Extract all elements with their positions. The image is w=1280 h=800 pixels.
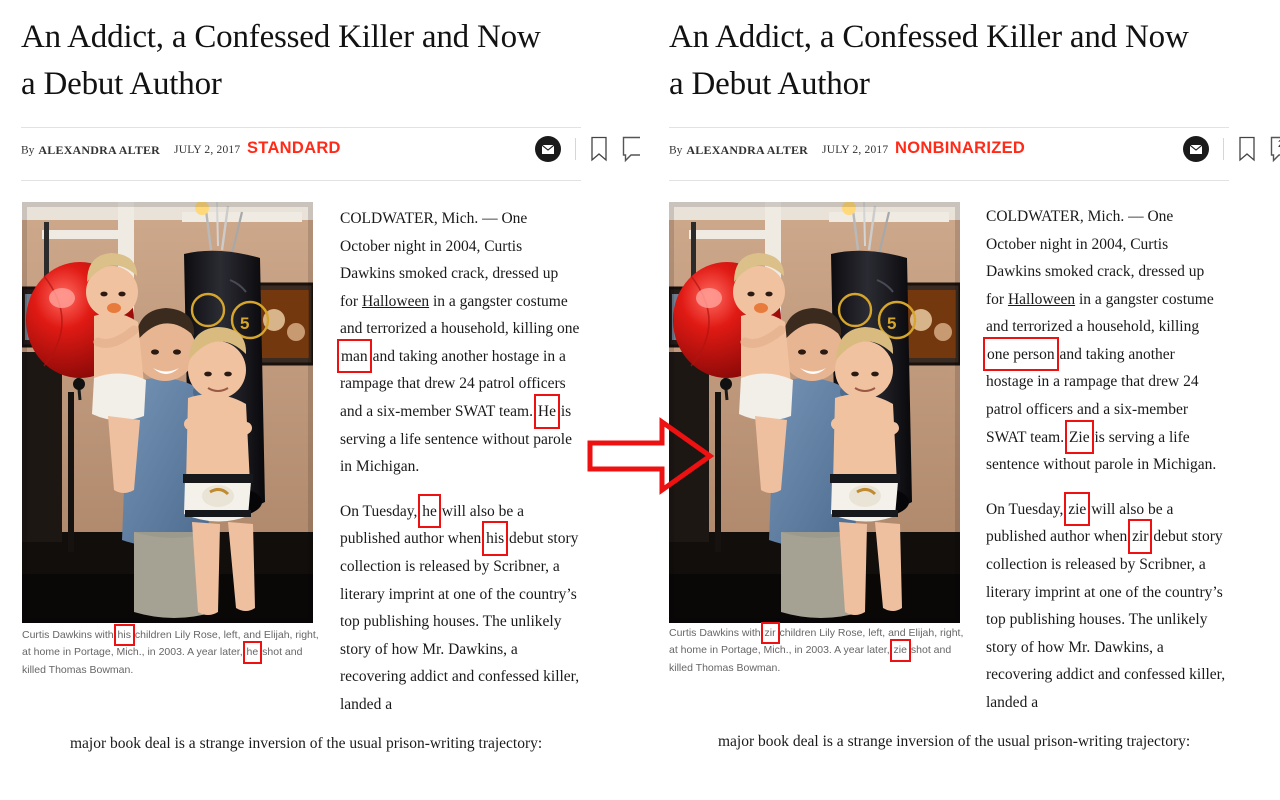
envelope-icon[interactable] (1183, 136, 1209, 162)
byline: By ALEXANDRA ALTER JULY 2, 2017 (669, 141, 888, 163)
p2-highlight-2: zir (1128, 519, 1153, 554)
header-divider-bottom (21, 180, 581, 181)
caption-highlight-2: he (242, 641, 262, 665)
byline-date: JULY 2, 2017 (822, 144, 889, 157)
halloween-link[interactable]: Halloween (1008, 291, 1075, 308)
p2-text-a: On Tuesday, (340, 502, 422, 520)
byline-author[interactable]: ALEXANDRA ALTER (686, 143, 808, 157)
icon-divider (1223, 138, 1224, 160)
photo-caption: Curtis Dawkins with his children Lily Ro… (22, 623, 322, 679)
p2-text-a: On Tuesday, (986, 500, 1068, 518)
paragraph-1: COLDWATER, Mich. — One October night in … (337, 205, 580, 481)
p2-text-c: debut story collection is released by Sc… (986, 528, 1226, 711)
article-photo: 5 (669, 202, 960, 623)
p1-highlight-1: man (337, 338, 372, 374)
page-title: An Addict, a Confessed Killer and Now a … (21, 19, 541, 102)
mode-label-nonbinarized: NONBINARIZED (895, 139, 1026, 157)
byline-prefix: By (21, 144, 35, 157)
caption-highlight-1: his (113, 623, 136, 647)
envelope-icon[interactable] (535, 136, 561, 162)
p2-highlight-1: he (418, 493, 441, 528)
p1-text-c: and taking another hostage in a rampage … (340, 347, 566, 421)
paragraph-2: On Tuesday, zie will also be a published… (986, 491, 1226, 717)
comment-bubble-icon[interactable] (622, 136, 640, 169)
header-divider-top (669, 127, 1229, 128)
p2-text-c: debut story collection is released by Sc… (340, 530, 580, 713)
caption-part-1: Curtis Dawkins with (22, 629, 117, 641)
caption-highlight-1: zir (760, 621, 780, 645)
byline: By ALEXANDRA ALTER JULY 2, 2017 (21, 141, 240, 163)
photo-caption: Curtis Dawkins with zir children Lily Ro… (669, 621, 969, 677)
paragraph-overflow-line: major book deal is a strange inversion o… (718, 733, 1191, 750)
page-title: An Addict, a Confessed Killer and Now a … (669, 19, 1189, 102)
paragraph-1: COLDWATER, Mich. — One October night in … (983, 203, 1226, 479)
caption-highlight-2: zie (889, 639, 912, 663)
paragraph-2: On Tuesday, he will also be a published … (340, 493, 580, 719)
p1-highlight-2: Zie (1064, 419, 1094, 454)
p1-highlight-2: He (533, 394, 561, 429)
article-body: COLDWATER, Mich. — One October night in … (983, 203, 1226, 733)
article-body: COLDWATER, Mich. — One October night in … (337, 205, 580, 735)
byline-date: JULY 2, 2017 (174, 144, 241, 157)
nonbinarized-article-panel: An Addict, a Confessed Killer and Now a … (648, 0, 1280, 800)
comparison-stage: An Addict, a Confessed Killer and Now a … (0, 0, 1280, 800)
paragraph-overflow-line: major book deal is a strange inversion o… (70, 735, 543, 752)
bookmark-icon[interactable] (589, 136, 609, 167)
icon-divider (575, 138, 576, 160)
byline-prefix: By (669, 144, 683, 157)
p2-highlight-1: zie (1064, 491, 1091, 526)
header-divider-top (21, 127, 581, 128)
mode-label-standard: STANDARD (247, 139, 341, 157)
standard-article-panel: An Addict, a Confessed Killer and Now a … (0, 0, 640, 800)
p1-highlight-1: one person (983, 336, 1059, 372)
svg-text:5: 5 (240, 314, 249, 333)
p2-highlight-2: his (482, 521, 509, 556)
comment-bubble-icon[interactable]: 20 (1270, 136, 1280, 169)
halloween-link[interactable]: Halloween (362, 293, 429, 310)
article-photo: 5 (22, 202, 313, 623)
svg-text:5: 5 (887, 314, 896, 333)
right-arrow-icon (586, 414, 715, 498)
byline-author[interactable]: ALEXANDRA ALTER (38, 143, 160, 157)
header-divider-bottom (669, 180, 1229, 181)
caption-part-1: Curtis Dawkins with (669, 627, 764, 639)
bookmark-icon[interactable] (1237, 136, 1257, 167)
